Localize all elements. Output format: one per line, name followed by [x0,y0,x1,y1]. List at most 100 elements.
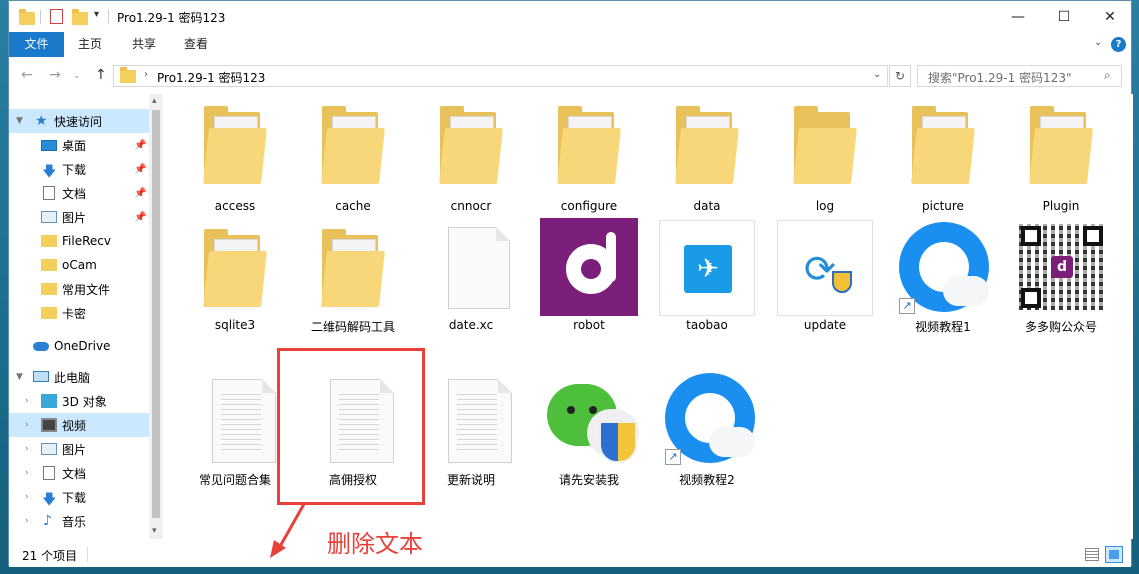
search-icon[interactable]: ⌕ [1104,68,1111,83]
nav-label: 文档 [62,186,87,201]
file-item[interactable]: ↗ 视频教程1 [893,218,993,335]
chevron-down-icon[interactable]: ▼ [16,116,23,126]
pin-icon[interactable]: 📌 [134,140,146,151]
close-button[interactable]: ✕ [1087,1,1133,32]
tab-file[interactable]: 文件 [9,32,64,57]
window-title: Pro1.29-1 密码123 [117,11,226,25]
tab-share[interactable]: 共享 [119,32,169,57]
file-item[interactable]: configure [539,106,639,216]
nav-filerecv[interactable]: FileRecv [9,229,149,253]
ribbon-expand-icon[interactable]: ⌄ [1094,37,1102,48]
nav-pc-downloads[interactable]: › 🡇 下载 [9,485,149,509]
file-item[interactable]: sqlite3 [185,225,285,335]
content-scrollbar[interactable] [1119,94,1133,539]
properties-icon[interactable] [50,9,63,24]
address-dropdown-icon[interactable]: ⌄ [873,69,881,80]
chevron-down-icon[interactable]: ▼ [16,372,23,382]
file-name: robot [573,318,605,332]
nav-pictures[interactable]: 图片 📌 [9,205,149,229]
nav-label: oCam [62,258,97,272]
file-name: 二维码解码工具 [310,320,395,334]
chevron-right-icon[interactable]: › [25,396,29,406]
chevron-right-icon[interactable]: › [25,444,29,454]
file-item[interactable]: ⟳ update [775,218,875,335]
folder-icon [321,106,385,184]
maximize-button[interactable]: ☐ [1041,1,1087,32]
file-item[interactable]: 常见问题合集 [185,379,285,489]
scroll-up-icon[interactable]: ▴ [152,96,157,106]
nav-downloads[interactable]: 🡇 下载 📌 [9,157,149,181]
file-item[interactable]: cnnocr [421,106,521,216]
folder-icon [675,106,739,184]
nav-pc-documents[interactable]: › 文档 [9,461,149,485]
file-item[interactable]: log [775,106,875,216]
breadcrumb[interactable]: Pro1.29-1 密码123 [157,69,265,86]
pin-icon[interactable]: 📌 [134,164,146,175]
recent-dropdown-icon[interactable]: ⌄ [73,71,81,81]
chevron-right-icon[interactable]: › [25,468,29,478]
chevron-right-icon[interactable]: › [25,420,29,430]
qr-finder [1021,288,1041,308]
folder-icon [120,67,136,83]
nav-label: 下载 [62,490,87,505]
file-item[interactable]: data [657,106,757,216]
forward-button[interactable]: → [49,67,61,83]
tab-view[interactable]: 查看 [171,32,221,57]
nav-pc-pictures[interactable]: › 图片 [9,437,149,461]
new-folder-icon[interactable] [72,9,88,25]
nav-documents[interactable]: 文档 📌 [9,181,149,205]
nav-onedrive[interactable]: OneDrive [9,334,149,358]
back-button[interactable]: ← [21,67,33,83]
tab-home[interactable]: 主页 [65,32,115,57]
file-item[interactable]: Plugin [1011,106,1111,216]
file-item[interactable]: 更新说明 [421,379,521,489]
nav-scrollbar[interactable]: ▴ ▾ [149,94,163,539]
nav-pc-desktop[interactable]: › 桌面 [9,533,149,540]
nav-this-pc[interactable]: ▼ 此电脑 [9,365,149,389]
nav-music[interactable]: › ♪ 音乐 [9,509,149,533]
file-item[interactable]: d 多多购公众号 [1011,218,1111,335]
pin-icon[interactable]: 📌 [134,212,146,223]
nav-3d-objects[interactable]: › 3D 对象 [9,389,149,413]
file-item[interactable]: access [185,106,285,216]
file-item[interactable]: ✈ taobao [657,218,757,335]
nav-videos[interactable]: › 视频 [9,413,149,437]
refresh-button[interactable]: ↻ [889,65,911,87]
file-item[interactable]: 二维码解码工具 [303,225,403,335]
file-item[interactable]: 请先安装我 [539,379,639,489]
file-item[interactable]: date.xc [421,225,521,335]
file-name: 请先安装我 [558,473,619,487]
nav-common-files[interactable]: 常用文件 [9,277,149,301]
nav-label: 图片 [62,442,87,457]
file-item[interactable]: cache [303,106,403,216]
file-item[interactable]: ↗ 视频教程2 [657,373,757,489]
scrollbar-thumb[interactable] [152,110,160,518]
qat-dropdown-icon[interactable]: ▾ [94,9,99,20]
folder-icon [41,259,57,271]
details-view-icon[interactable] [1085,548,1099,561]
divider [108,10,109,24]
nav-desktop[interactable]: 桌面 📌 [9,133,149,157]
address-row: ← → ⌄ ↑ › Pro1.29-1 密码123 ⌄ ↻ 搜索"Pro1.29… [9,58,1131,92]
scroll-down-icon[interactable]: ▾ [152,526,157,536]
pin-icon[interactable]: 📌 [134,188,146,199]
nav-ocam[interactable]: oCam [9,253,149,277]
file-name: log [815,199,835,213]
folder-icon [439,106,503,184]
file-item[interactable]: picture [893,106,993,216]
large-icons-view-icon[interactable] [1105,546,1123,563]
minimize-button[interactable]: — [995,1,1041,32]
nav-card-keys[interactable]: 卡密 [9,301,149,325]
help-button[interactable]: ? [1111,37,1126,52]
nav-quick-access[interactable]: ▼ ★ 快速访问 [9,109,149,133]
search-input[interactable]: 搜索"Pro1.29-1 密码123" ⌕ [917,65,1122,87]
nav-label: OneDrive [54,339,111,353]
nav-label: 此电脑 [54,370,91,385]
robot-app-icon [540,218,638,316]
file-item[interactable]: robot [539,218,639,335]
address-bar[interactable]: › Pro1.29-1 密码123 ⌄ [113,65,888,87]
music-icon: ♪ [43,513,52,529]
up-button[interactable]: ↑ [95,67,107,83]
chevron-right-icon[interactable]: › [25,516,29,526]
chevron-right-icon[interactable]: › [25,492,29,502]
